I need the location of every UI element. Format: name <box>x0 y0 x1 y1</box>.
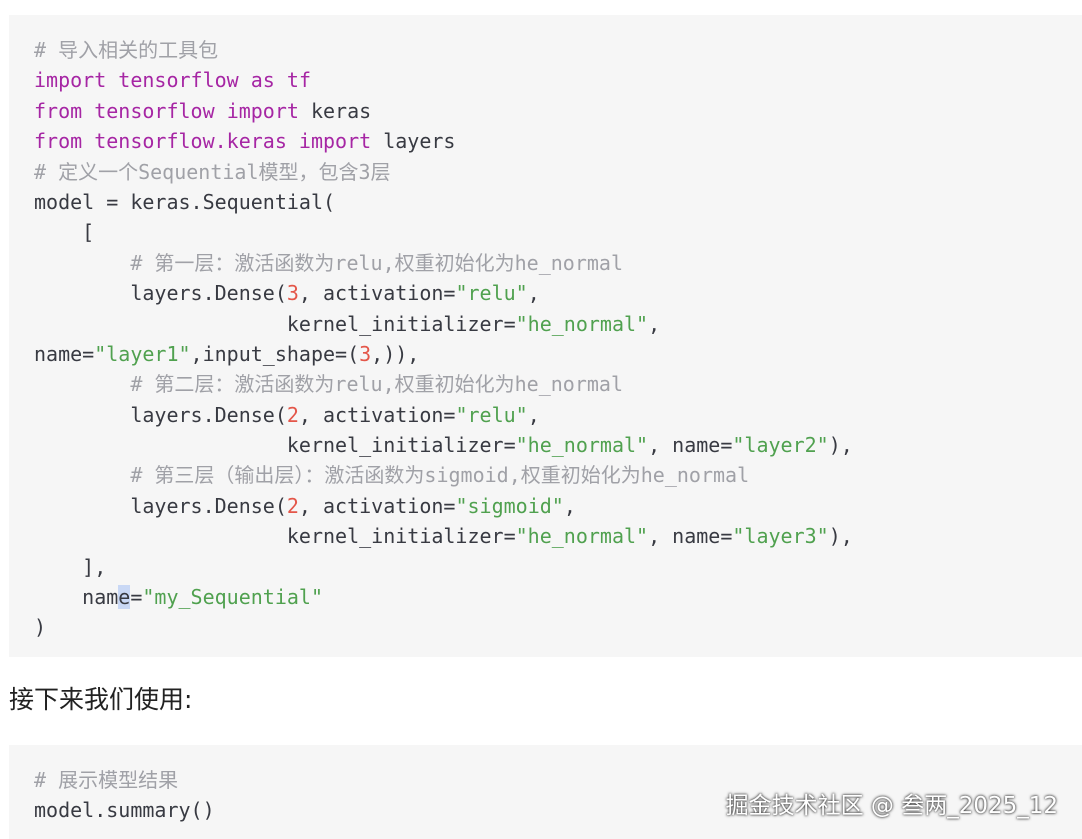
code-token: [ <box>34 220 95 245</box>
code-token: , name= <box>648 524 733 549</box>
code-token: , activation= <box>298 493 456 518</box>
code-token: "layer3" <box>732 524 829 549</box>
code-line: layers.Dense(2, activation="sigmoid", <box>34 491 1082 521</box>
code-line: layers.Dense(3, activation="relu", <box>34 278 1082 308</box>
code-line: name="my_Sequential" <box>34 582 1082 612</box>
code-token: ), <box>828 524 853 549</box>
code-token: "he_normal" <box>515 524 649 549</box>
code-token: "layer2" <box>732 433 829 458</box>
code-token: from <box>34 129 83 154</box>
code-token: "my_Sequential" <box>142 585 324 610</box>
code-line: ) <box>34 612 1082 642</box>
code-token: tf <box>286 68 311 93</box>
code-token: kernel_initializer= <box>34 433 516 458</box>
code-token: # 第三层（输出层）：激活函数为sigmoid,权重初始化为he_normal <box>130 463 750 488</box>
code-token: ) <box>34 615 47 640</box>
code-token: import <box>226 98 299 123</box>
code-line: ], <box>34 552 1082 582</box>
code-token: name= <box>34 341 95 366</box>
code-line: # 第一层：激活函数为relu,权重初始化为he_normal <box>34 248 1082 278</box>
code-token: 2 <box>286 493 299 518</box>
code-line: kernel_initializer="he_normal", name="la… <box>34 430 1082 460</box>
code-token: layers <box>371 129 456 154</box>
code-token: ], <box>34 554 107 579</box>
code-token: , name= <box>648 433 733 458</box>
code-token: , activation= <box>298 402 456 427</box>
code-token: # 第二层：激活函数为relu,权重初始化为he_normal <box>130 372 623 397</box>
code-line: # 第二层：激活函数为relu,权重初始化为he_normal <box>34 369 1082 399</box>
code-token: import <box>298 129 372 154</box>
code-token: = <box>130 585 143 610</box>
code-line: from tensorflow.keras import layers <box>34 126 1082 156</box>
code-token: nam <box>34 585 119 610</box>
code-token: layers.Dense( <box>34 402 287 427</box>
paragraph-text: 接下来我们使用: <box>9 685 193 714</box>
code-line: model = keras.Sequential( <box>34 187 1082 217</box>
code-line: kernel_initializer="he_normal", name="la… <box>34 521 1082 551</box>
code-token: e <box>118 585 131 610</box>
code-token: tensorflow.keras <box>94 129 287 154</box>
code-token: 2 <box>286 402 299 427</box>
code-token: "sigmoid" <box>455 493 564 518</box>
code-token: keras <box>298 98 372 123</box>
code-line: layers.Dense(2, activation="relu", <box>34 400 1082 430</box>
code-token: "he_normal" <box>515 433 649 458</box>
code-token: ,input_shape=( <box>190 341 360 366</box>
code-token: , activation= <box>298 281 456 306</box>
code-token: kernel_initializer= <box>34 524 516 549</box>
code-token: kernel_initializer= <box>34 311 516 336</box>
code-token: , <box>563 493 576 518</box>
code-line: from tensorflow import keras <box>34 96 1082 126</box>
code-token: "relu" <box>455 281 528 306</box>
code-token: import <box>34 68 107 93</box>
code-block-model-definition: # 导入相关的工具包 import tensorflow as tf from te… <box>9 15 1082 657</box>
code-line: # 定义一个Sequential模型，包含3层 <box>34 157 1082 187</box>
code-line: # 第三层（输出层）：激活函数为sigmoid,权重初始化为he_normal <box>34 460 1082 490</box>
code-token: ), <box>828 433 853 458</box>
code-line: [ <box>34 217 1082 247</box>
code-token: "relu" <box>455 402 528 427</box>
code-token: # 第一层：激活函数为relu,权重初始化为he_normal <box>130 250 623 275</box>
watermark-text: 掘金技术社区 @ 叁两_2025_12 <box>725 793 1058 819</box>
code-line: import tensorflow as tf <box>34 65 1082 95</box>
code-token: model = keras.Sequential( <box>34 189 336 214</box>
code-token: , <box>648 311 661 336</box>
code-token: # 展示模型结果 <box>34 768 179 792</box>
code-line: name="layer1",input_shape=(3,)), <box>34 339 1082 369</box>
code-line: kernel_initializer="he_normal", <box>34 309 1082 339</box>
code-token: 3 <box>286 281 299 306</box>
code-token: from <box>34 98 83 123</box>
code-token: , <box>527 402 540 427</box>
code-token: # 导入相关的工具包 <box>34 38 219 62</box>
code-token: tensorflow <box>118 68 239 93</box>
code-token: "he_normal" <box>515 311 649 336</box>
code-token: # 定义一个Sequential模型，包含3层 <box>34 159 391 184</box>
code-token: model.summary() <box>34 798 215 823</box>
code-token: layers.Dense( <box>34 281 287 306</box>
code-token: "layer1" <box>94 341 191 366</box>
code-token: , <box>527 281 540 306</box>
code-token: as <box>250 68 275 93</box>
code-token: tensorflow <box>94 98 215 123</box>
code-line: # 导入相关的工具包 <box>34 35 1082 65</box>
code-token: 3 <box>359 341 372 366</box>
code-token: ,)), <box>371 341 420 366</box>
code-token: layers.Dense( <box>34 493 287 518</box>
